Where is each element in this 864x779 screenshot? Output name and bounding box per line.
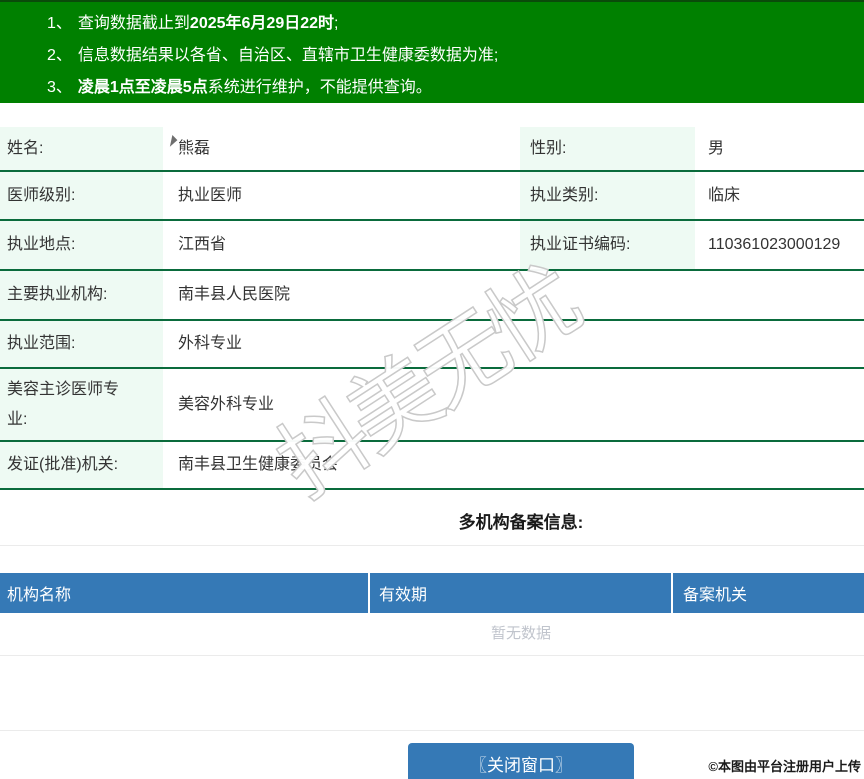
field-value-certificate-number: 110361023000129 bbox=[708, 236, 841, 253]
upload-stamp-text: ©本图由平台注册用户上传 bbox=[708, 759, 861, 774]
field-value-issuing-authority: 南丰县卫生健康委员会 bbox=[178, 456, 339, 473]
table-row: 执业范围: 外科专业 bbox=[0, 321, 864, 369]
doctor-info-table: 姓名: 熊磊 性别: 男 医师级别: 执业医师 执业类别: 临床 执业地点: 江… bbox=[0, 127, 864, 490]
field-label-doctor-level: 医师级别: bbox=[0, 172, 163, 219]
field-label-practice-scope: 执业范围: bbox=[0, 321, 163, 367]
notice-bold-text: 2025年6月29日22时 bbox=[189, 15, 335, 32]
empty-data-text: 暂无数据 bbox=[0, 613, 864, 656]
field-value-gender: 男 bbox=[708, 139, 725, 157]
table-row: 医师级别: 执业医师 执业类别: 临床 bbox=[0, 172, 864, 221]
field-value-cosmetic-specialty: 美容外科专业 bbox=[178, 395, 275, 413]
notice-line-3: 3、 凌晨1点至凌晨5点系统进行维护，不能提供查询。 bbox=[47, 72, 864, 104]
notice-banner: 1、 查询数据截止到2025年6月29日22时; 2、 信息数据结果以各省、自治区、… bbox=[0, 0, 864, 103]
field-label-practice-category: 执业类别: bbox=[520, 172, 695, 219]
page-viewport: 1、 查询数据截止到2025年6月29日22时; 2、 信息数据结果以各省、自治区、… bbox=[0, 0, 864, 779]
org-table-header-filing-authority: 备案机关 bbox=[671, 573, 864, 613]
notice-bold-text: 凌晨1点至凌晨5点 bbox=[77, 79, 208, 96]
notice-line-1: 1、 查询数据截止到2025年6月29日22时; bbox=[47, 8, 864, 40]
notice-number: 2、 bbox=[47, 47, 72, 64]
table-row: 美容主诊医师专业: 美容外科专业 bbox=[0, 369, 864, 442]
field-label-main-institution: 主要执业机构: bbox=[0, 271, 163, 319]
table-row: 执业地点: 江西省 执业证书编码: 110361023000129 bbox=[0, 221, 864, 271]
org-table-header-institution: 机构名称 bbox=[7, 587, 72, 604]
field-label-gender: 性别: bbox=[520, 127, 695, 170]
notice-text: 查询数据截止到 bbox=[77, 15, 190, 32]
field-value-main-institution: 南丰县人民医院 bbox=[178, 286, 291, 303]
field-label-issuing-authority: 发证(批准)机关: bbox=[0, 442, 163, 488]
field-value-doctor-level: 执业医师 bbox=[178, 186, 243, 204]
close-window-button[interactable]: 〖关闭窗口〗 bbox=[408, 743, 634, 779]
table-row: 姓名: 熊磊 性别: 男 bbox=[0, 127, 864, 172]
org-table-header-validity: 有效期 bbox=[368, 573, 671, 613]
notice-number: 1、 bbox=[47, 15, 72, 32]
table-row: 主要执业机构: 南丰县人民医院 bbox=[0, 271, 864, 321]
notice-line-2: 2、 信息数据结果以各省、自治区、直辖市卫生健康委数据为准; bbox=[47, 40, 864, 72]
divider bbox=[0, 545, 864, 546]
notice-text: 系统进行维护，不能提供查询。 bbox=[207, 79, 432, 96]
org-table-header: 机构名称 有效期 备案机关 bbox=[0, 573, 864, 613]
notice-text: 信息数据结果以各省、自治区、直辖市卫生健康委数据为准; bbox=[77, 47, 499, 64]
field-label-practice-location: 执业地点: bbox=[0, 221, 163, 269]
field-label-certificate-number: 执业证书编码: bbox=[520, 221, 695, 269]
field-value-practice-category: 临床 bbox=[708, 186, 741, 204]
query-result-page: 1、 查询数据截止到2025年6月29日22时; 2、 信息数据结果以各省、自治区、… bbox=[0, 0, 864, 779]
multi-org-section-title: 多机构备案信息: bbox=[458, 513, 584, 532]
field-value-practice-scope: 外科专业 bbox=[178, 335, 243, 352]
field-value-name: 熊磊 bbox=[178, 139, 211, 157]
divider bbox=[0, 730, 864, 731]
field-label-cosmetic-specialty: 美容主诊医师专业: bbox=[0, 369, 163, 440]
field-label-name: 姓名: bbox=[0, 127, 163, 170]
table-row: 发证(批准)机关: 南丰县卫生健康委员会 bbox=[0, 442, 864, 490]
field-value-practice-location: 江西省 bbox=[178, 236, 227, 253]
notice-number: 3、 bbox=[47, 79, 72, 96]
notice-text: ; bbox=[334, 15, 339, 32]
